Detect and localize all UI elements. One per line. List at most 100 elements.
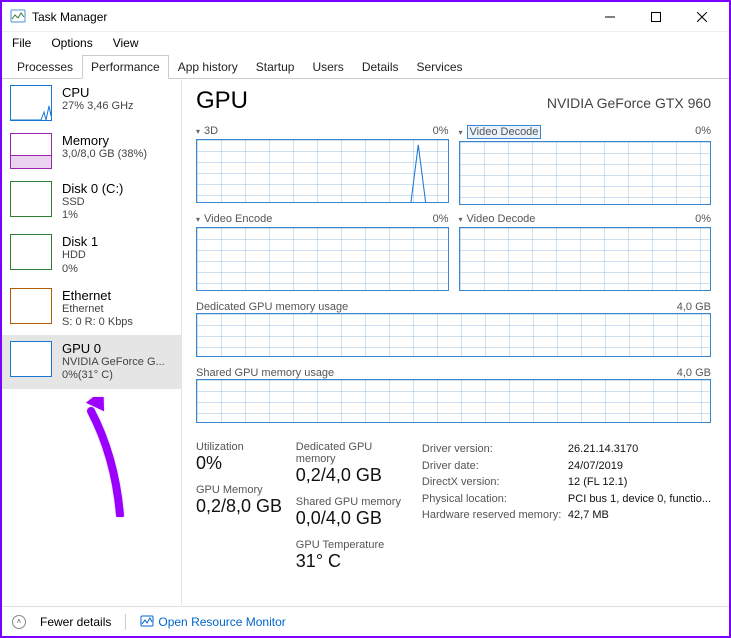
sidebar-item-gpu[interactable]: GPU 0 NVIDIA GeForce G... 0%(31° C) bbox=[2, 335, 181, 388]
app-icon bbox=[10, 9, 26, 25]
sidebar-memory-title: Memory bbox=[62, 133, 147, 148]
graph-3d-label[interactable]: 3D bbox=[204, 125, 218, 137]
menu-options[interactable]: Options bbox=[49, 34, 94, 52]
util-label: Utilization bbox=[196, 441, 284, 453]
graph-3d[interactable] bbox=[196, 139, 449, 203]
graph-video-decode[interactable] bbox=[459, 141, 712, 205]
sidebar-cpu-sub: 27% 3,46 GHz bbox=[62, 100, 134, 113]
open-resource-monitor-label: Open Resource Monitor bbox=[158, 615, 285, 629]
hw-v: 42,7 MB bbox=[568, 507, 609, 524]
titlebar: Task Manager bbox=[2, 2, 729, 32]
cpu-thumb bbox=[10, 85, 52, 121]
graph-shared-mem[interactable] bbox=[196, 379, 711, 423]
sidebar-item-cpu[interactable]: CPU 27% 3,46 GHz bbox=[2, 79, 181, 127]
drv-ver-k: Driver version: bbox=[422, 441, 562, 458]
main-panel: GPU NVIDIA GeForce GTX 960 ▾3D 0% ▾Video bbox=[182, 79, 729, 605]
menu-file[interactable]: File bbox=[10, 34, 33, 52]
temp-value: 31° C bbox=[296, 551, 410, 572]
gpu-name: NVIDIA GeForce GTX 960 bbox=[547, 95, 711, 111]
sidebar-disk0-title: Disk 0 (C:) bbox=[62, 181, 123, 196]
dedicated-mem-label: Dedicated GPU memory usage bbox=[196, 301, 348, 313]
drv-ver-v: 26.21.14.3170 bbox=[568, 441, 638, 458]
loc-k: Physical location: bbox=[422, 491, 562, 508]
sidebar-eth-sub1: Ethernet bbox=[62, 303, 133, 316]
sidebar-disk0-sub1: SSD bbox=[62, 196, 123, 209]
tab-details[interactable]: Details bbox=[353, 55, 408, 79]
chevron-down-icon[interactable]: ▾ bbox=[196, 215, 200, 224]
window-title: Task Manager bbox=[32, 10, 587, 24]
memory-thumb bbox=[10, 133, 52, 169]
hw-k: Hardware reserved memory: bbox=[422, 507, 562, 524]
graph-video-encode-label[interactable]: Video Encode bbox=[204, 213, 272, 225]
chevron-down-icon[interactable]: ▾ bbox=[459, 215, 463, 224]
sidebar-eth-sub2: S: 0 R: 0 Kbps bbox=[62, 316, 133, 329]
sidebar-disk0-sub2: 1% bbox=[62, 209, 123, 222]
graph-video-decode-label[interactable]: Video Decode bbox=[467, 125, 542, 139]
divider bbox=[125, 614, 126, 630]
sidebar-item-ethernet[interactable]: Ethernet Ethernet S: 0 R: 0 Kbps bbox=[2, 282, 181, 335]
sidebar-memory-sub: 3,0/8,0 GB (38%) bbox=[62, 148, 147, 161]
tab-users[interactable]: Users bbox=[303, 55, 352, 79]
content: CPU 27% 3,46 GHz Memory 3,0/8,0 GB (38%)… bbox=[2, 79, 729, 605]
dx-v: 12 (FL 12.1) bbox=[568, 474, 628, 491]
gpumem-label: GPU Memory bbox=[196, 484, 284, 496]
sidebar-eth-title: Ethernet bbox=[62, 288, 133, 303]
sidebar-gpu-title: GPU 0 bbox=[62, 341, 165, 356]
shared-mem-max: 4,0 GB bbox=[677, 367, 711, 379]
close-button[interactable] bbox=[679, 2, 725, 32]
chevron-down-icon[interactable]: ▾ bbox=[196, 127, 200, 136]
sidebar-disk1-title: Disk 1 bbox=[62, 234, 98, 249]
open-resource-monitor-link[interactable]: Open Resource Monitor bbox=[140, 615, 285, 629]
tab-bar: Processes Performance App history Startu… bbox=[2, 54, 729, 79]
drv-date-k: Driver date: bbox=[422, 458, 562, 475]
monitor-icon bbox=[140, 615, 154, 629]
ethernet-thumb bbox=[10, 288, 52, 324]
graph-dedicated-mem[interactable] bbox=[196, 313, 711, 357]
disk0-thumb bbox=[10, 181, 52, 217]
util-value: 0% bbox=[196, 453, 284, 474]
tab-services[interactable]: Services bbox=[408, 55, 472, 79]
tab-app-history[interactable]: App history bbox=[169, 55, 247, 79]
menu-view[interactable]: View bbox=[111, 34, 141, 52]
sidebar-cpu-title: CPU bbox=[62, 85, 134, 100]
tab-performance[interactable]: Performance bbox=[82, 55, 169, 79]
maximize-button[interactable] bbox=[633, 2, 679, 32]
minimize-button[interactable] bbox=[587, 2, 633, 32]
graph-video-encode-pct: 0% bbox=[433, 213, 449, 225]
sidebar-item-disk0[interactable]: Disk 0 (C:) SSD 1% bbox=[2, 175, 181, 228]
gpumem-value: 0,2/8,0 GB bbox=[196, 496, 284, 517]
sh-label: Shared GPU memory bbox=[296, 496, 410, 508]
graph-video-decode-pct: 0% bbox=[695, 125, 711, 139]
graph-3d-pct: 0% bbox=[433, 125, 449, 137]
graph-video-decode2-label[interactable]: Video Decode bbox=[467, 213, 536, 225]
ded-value: 0,2/4,0 GB bbox=[296, 465, 410, 486]
menubar: File Options View bbox=[2, 32, 729, 54]
sidebar-item-disk1[interactable]: Disk 1 HDD 0% bbox=[2, 228, 181, 281]
shared-mem-label: Shared GPU memory usage bbox=[196, 367, 334, 379]
dedicated-mem-max: 4,0 GB bbox=[677, 301, 711, 313]
sidebar: CPU 27% 3,46 GHz Memory 3,0/8,0 GB (38%)… bbox=[2, 79, 182, 605]
sh-value: 0,0/4,0 GB bbox=[296, 508, 410, 529]
sidebar-item-memory[interactable]: Memory 3,0/8,0 GB (38%) bbox=[2, 127, 181, 175]
ded-label: Dedicated GPU memory bbox=[296, 441, 410, 465]
sidebar-gpu-sub2: 0%(31° C) bbox=[62, 369, 165, 382]
tab-startup[interactable]: Startup bbox=[247, 55, 304, 79]
dx-k: DirectX version: bbox=[422, 474, 562, 491]
stats-block: Utilization 0% GPU Memory 0,2/8,0 GB Ded… bbox=[196, 441, 711, 582]
sidebar-gpu-sub1: NVIDIA GeForce G... bbox=[62, 356, 165, 369]
chevron-up-icon[interactable]: ˄ bbox=[12, 615, 26, 629]
page-title: GPU bbox=[196, 87, 248, 115]
disk1-thumb bbox=[10, 234, 52, 270]
graph-video-encode[interactable] bbox=[196, 227, 449, 291]
chevron-down-icon[interactable]: ▾ bbox=[459, 128, 463, 137]
sidebar-disk1-sub2: 0% bbox=[62, 263, 98, 276]
loc-v: PCI bus 1, device 0, functio... bbox=[568, 491, 711, 508]
graph-video-decode2[interactable] bbox=[459, 227, 712, 291]
graph-video-decode2-pct: 0% bbox=[695, 213, 711, 225]
footer: ˄ Fewer details Open Resource Monitor bbox=[2, 606, 729, 636]
sidebar-disk1-sub1: HDD bbox=[62, 249, 98, 262]
tab-processes[interactable]: Processes bbox=[8, 55, 82, 79]
fewer-details-link[interactable]: Fewer details bbox=[40, 615, 111, 629]
gpu-thumb bbox=[10, 341, 52, 377]
drv-date-v: 24/07/2019 bbox=[568, 458, 623, 475]
